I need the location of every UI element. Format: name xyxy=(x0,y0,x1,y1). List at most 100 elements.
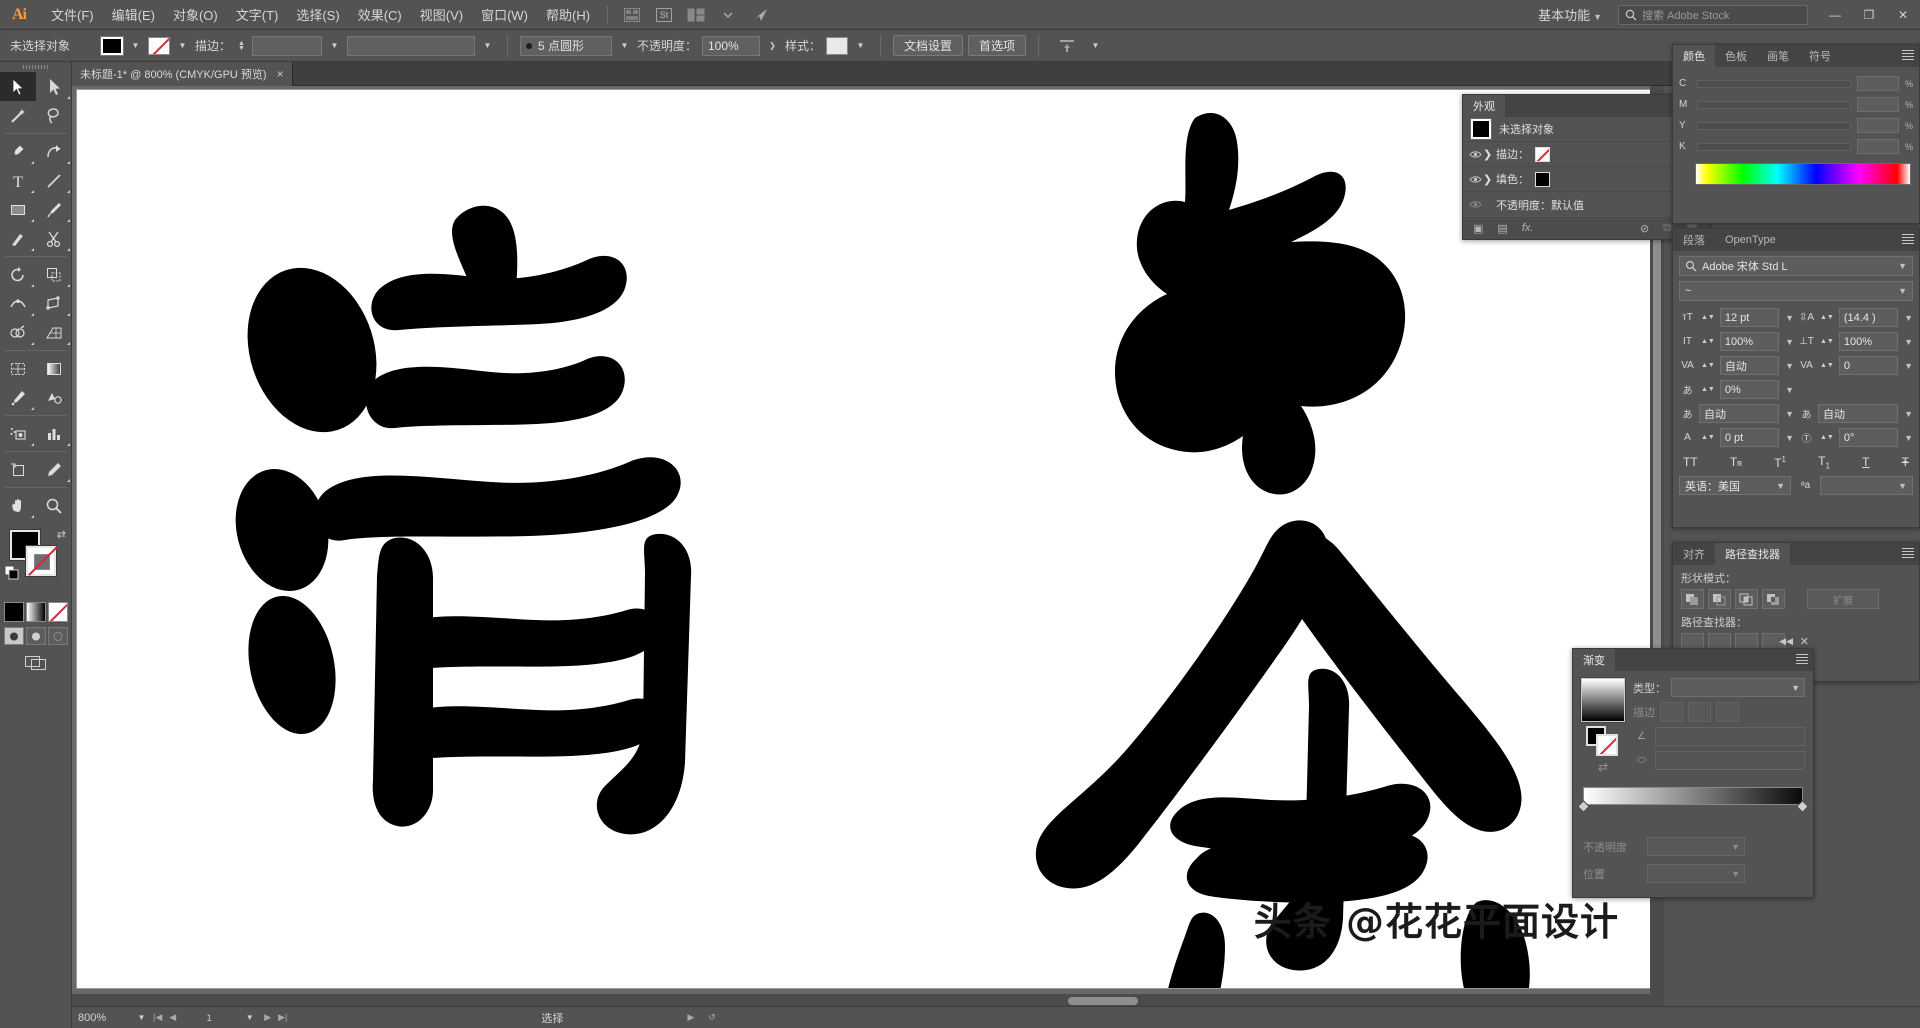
horizontal-scroll-thumb[interactable] xyxy=(1068,997,1138,1005)
cmyk-row-m[interactable]: M % xyxy=(1673,94,1919,115)
change-screen-mode-button[interactable] xyxy=(0,653,71,671)
gradient-stroke-along-icon[interactable] xyxy=(1688,702,1711,722)
add-new-fill-icon[interactable]: ▤ xyxy=(1497,222,1507,235)
font-size-control[interactable]: ᴛT ▲▼ 12 pt ▼ xyxy=(1679,307,1794,328)
anti-alias-select[interactable]: ▼ xyxy=(1820,476,1913,496)
variable-width-profile-field[interactable]: 5 点圆形 xyxy=(519,35,612,56)
cmyk-row-k[interactable]: K % xyxy=(1673,136,1919,157)
exclude-icon[interactable] xyxy=(1762,589,1785,609)
tab-symbols[interactable]: 符号 xyxy=(1799,45,1841,67)
none-mode-button[interactable] xyxy=(47,602,68,622)
draw-normal-button[interactable] xyxy=(3,627,24,645)
eye-icon[interactable] xyxy=(1467,175,1483,184)
font-style-field[interactable]: ~ ▼ xyxy=(1679,281,1913,301)
tsume-stepper[interactable]: ▲▼ xyxy=(1701,386,1715,393)
chevron-down-icon[interactable]: ▼ xyxy=(1904,409,1913,419)
font-size-field[interactable]: 12 pt xyxy=(1719,308,1780,327)
leading-stepper[interactable]: ▲▼ xyxy=(1820,314,1834,321)
strikethrough-icon[interactable]: Ŧ xyxy=(1902,455,1909,469)
tab-appearance[interactable]: 外观 xyxy=(1463,95,1505,117)
brush-definition-field[interactable] xyxy=(346,35,475,56)
baseline-shift-field[interactable]: 0 pt xyxy=(1719,428,1780,447)
horizontal-scale-control[interactable]: ⊥T ▲▼ 100% ▼ xyxy=(1798,331,1913,352)
font-family-field[interactable]: Adobe 宋体 Std L ▼ xyxy=(1679,256,1913,276)
gradient-opacity-field[interactable]: ▼ xyxy=(1647,837,1745,856)
rectangle-tool[interactable] xyxy=(0,195,36,224)
menu-help[interactable]: 帮助(H) xyxy=(537,1,599,28)
minus-front-icon[interactable] xyxy=(1708,589,1731,609)
lasso-tool[interactable] xyxy=(36,101,72,130)
clear-appearance-icon[interactable]: ⊘ xyxy=(1640,222,1649,235)
panel-menu-icon[interactable] xyxy=(1902,234,1914,245)
language-select[interactable]: 英语：美国 ▼ xyxy=(1679,476,1791,496)
artwork-chinese-calligraphy[interactable] xyxy=(77,90,1663,988)
tracking-control[interactable]: VA ▲▼ 0 ▼ xyxy=(1798,355,1913,376)
gradient-angle-field[interactable] xyxy=(1655,727,1805,746)
last-artboard-icon[interactable]: ▶| xyxy=(278,1012,287,1023)
gradient-slider-bar[interactable] xyxy=(1583,787,1803,805)
chevron-down-icon[interactable]: ▼ xyxy=(1785,313,1794,323)
gradient-stroke-swatch[interactable] xyxy=(1596,734,1618,756)
artboard-dropdown-icon[interactable]: ▼ xyxy=(242,1008,257,1028)
key-value-field[interactable] xyxy=(1856,139,1899,154)
perspective-grid-tool[interactable] xyxy=(36,318,72,347)
eye-icon[interactable] xyxy=(1467,200,1483,209)
width-tool[interactable] xyxy=(0,289,36,318)
kerning-stepper[interactable]: ▲▼ xyxy=(1701,362,1715,369)
chevron-down-icon[interactable]: ▼ xyxy=(1785,385,1794,395)
zoom-dropdown-icon[interactable]: ▼ xyxy=(134,1008,149,1028)
scissors-tool[interactable] xyxy=(36,224,72,253)
menu-effect[interactable]: 效果(C) xyxy=(349,1,411,28)
menu-window[interactable]: 窗口(W) xyxy=(472,1,537,28)
panel-menu-icon[interactable] xyxy=(1796,654,1808,665)
magenta-slider[interactable] xyxy=(1697,100,1851,109)
chevron-right-icon[interactable]: ❯ xyxy=(1483,173,1496,186)
tsume-control[interactable]: あ ▲▼ 0% ▼ xyxy=(1679,379,1794,400)
chevron-down-icon[interactable]: ▼ xyxy=(1776,481,1785,491)
prev-artboard-icon[interactable]: ◀ xyxy=(169,1012,176,1023)
selection-tool[interactable] xyxy=(0,72,36,101)
underline-icon[interactable]: T xyxy=(1862,455,1869,469)
swap-fill-stroke-icon[interactable]: ⇄ xyxy=(57,528,66,541)
yellow-value-field[interactable] xyxy=(1856,118,1899,133)
duplicate-item-icon[interactable]: ⧉ xyxy=(1663,222,1671,235)
menu-edit[interactable]: 编辑(E) xyxy=(103,1,164,28)
baseline-shift-stepper[interactable]: ▲▼ xyxy=(1701,434,1715,441)
first-artboard-icon[interactable]: |◀ xyxy=(153,1012,162,1023)
play-icon[interactable]: ▶ xyxy=(687,1012,694,1023)
baseline-shift-control[interactable]: A ▲▼ 0 pt ▼ xyxy=(1679,427,1794,448)
collapse-icon[interactable]: ◀◀ xyxy=(1779,636,1793,647)
horizontal-scale-stepper[interactable]: ▲▼ xyxy=(1820,338,1834,345)
cmyk-row-c[interactable]: C % xyxy=(1673,73,1919,94)
profile-dropdown-icon[interactable]: ▼ xyxy=(617,36,632,56)
draw-behind-button[interactable] xyxy=(25,627,46,645)
menu-type[interactable]: 文字(T) xyxy=(227,1,288,28)
gradient-preview-swatch[interactable] xyxy=(1580,677,1626,723)
close-button[interactable]: ✕ xyxy=(1886,1,1920,29)
artboard-number-field[interactable]: 1 xyxy=(183,1013,235,1023)
appearance-fill-swatch[interactable] xyxy=(1534,170,1551,188)
unite-icon[interactable] xyxy=(1681,589,1704,609)
superscript-icon[interactable]: T1 xyxy=(1774,455,1786,470)
next-artboard-icon[interactable]: ▶ xyxy=(264,1012,271,1023)
tracking-stepper[interactable]: ▲▼ xyxy=(1820,362,1834,369)
close-icon[interactable]: ✕ xyxy=(1800,635,1809,648)
cyan-slider[interactable] xyxy=(1697,79,1851,88)
reset-icon[interactable]: ↺ xyxy=(708,1012,716,1023)
chevron-down-icon[interactable]: ▼ xyxy=(1785,361,1794,371)
eye-icon[interactable] xyxy=(1467,150,1483,159)
chevron-down-icon[interactable]: ▼ xyxy=(1785,433,1794,443)
character-rotation-control[interactable]: Ⓣ ▲▼ 0° ▼ xyxy=(1798,427,1913,448)
draw-inside-button[interactable] xyxy=(47,627,68,645)
color-mode-button[interactable] xyxy=(3,602,24,622)
font-size-stepper[interactable]: ▲▼ xyxy=(1701,314,1715,321)
vertical-scale-field[interactable]: 100% xyxy=(1719,332,1780,351)
gradient-location-field[interactable]: ▼ xyxy=(1647,864,1745,883)
style-dropdown-icon[interactable]: ▼ xyxy=(853,36,868,56)
horizontal-scale-field[interactable]: 100% xyxy=(1838,332,1899,351)
panel-menu-icon[interactable] xyxy=(1902,50,1914,61)
chevron-down-icon[interactable]: ▼ xyxy=(1904,433,1913,443)
appearance-stroke-swatch[interactable] xyxy=(1535,146,1550,162)
stroke-color-swatch[interactable] xyxy=(148,36,170,55)
curvature-tool[interactable] xyxy=(36,137,72,166)
